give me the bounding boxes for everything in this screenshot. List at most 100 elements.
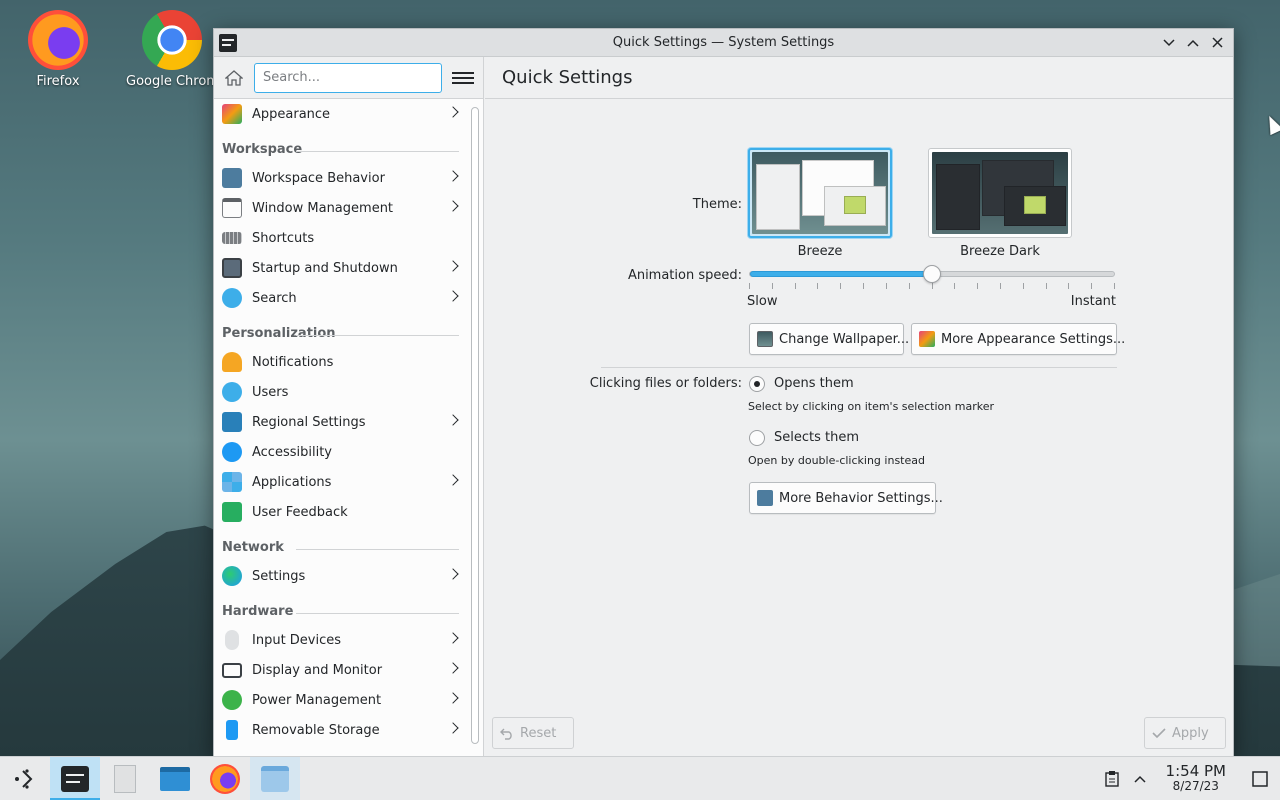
sidebar-item-workspace-behavior[interactable]: Workspace Behavior (214, 163, 467, 193)
hamburger-menu-button[interactable] (452, 67, 474, 89)
theme-label: Theme: (692, 197, 742, 212)
button-label: More Behavior Settings... (779, 490, 943, 506)
desktop-icon-chrome[interactable]: Google Chrom (124, 10, 216, 89)
sidebar-item-removable-storage[interactable]: Removable Storage (214, 715, 467, 745)
main-panel: Quick Settings Theme: Breeze Breeze Dark… (485, 57, 1233, 756)
apply-button[interactable]: Apply (1144, 717, 1226, 749)
opens-them-label[interactable]: Opens them (774, 376, 854, 391)
sidebar-item-notifications[interactable]: Notifications (214, 347, 467, 377)
selects-them-radio[interactable] (749, 430, 765, 446)
wallpaper-icon (757, 331, 773, 347)
home-button[interactable] (222, 66, 246, 90)
slider-tick (749, 283, 750, 289)
change-wallpaper-button[interactable]: Change Wallpaper... (749, 323, 909, 355)
theme-thumbnail (748, 148, 892, 238)
button-label: More Appearance Settings... (941, 331, 1126, 347)
sidebar-scrollbar[interactable] (471, 107, 479, 744)
slider-tick (885, 283, 887, 289)
chevron-right-icon (447, 474, 459, 486)
desktop-icon-firefox[interactable]: Firefox (8, 10, 108, 89)
firefox-icon (210, 763, 240, 794)
store-icon (261, 765, 289, 792)
chevron-up-icon (1187, 39, 1199, 47)
clipboard-tray-button[interactable] (1098, 770, 1126, 787)
slider-tick (1068, 283, 1070, 289)
sidebar-item-regional-settings[interactable]: Regional Settings (214, 407, 467, 437)
task-text-editor[interactable] (100, 757, 150, 800)
sidebar-item-input-devices[interactable]: Input Devices (214, 625, 467, 655)
application-launcher-button[interactable] (0, 757, 50, 800)
sidebar-item-user-feedback[interactable]: User Feedback (214, 497, 467, 527)
sidebar-item-users[interactable]: Users (214, 377, 467, 407)
more-appearance-settings-button[interactable]: More Appearance Settings... (911, 323, 1125, 355)
sidebar-item-label: Accessibility (252, 444, 332, 460)
sidebar-item-label: Search (252, 290, 297, 306)
sidebar-item-display-and-monitor[interactable]: Display and Monitor (214, 655, 467, 685)
task-firefox[interactable] (200, 757, 250, 800)
slider-handle[interactable] (923, 265, 941, 283)
sidebar-item-startup-and-shutdown[interactable]: Startup and Shutdown (214, 253, 467, 283)
appearance-icon (222, 104, 242, 124)
sidebar-item-search[interactable]: Search (214, 283, 467, 313)
checkmark-icon (1152, 728, 1166, 739)
minimize-button[interactable] (1159, 33, 1179, 53)
theme-card-breeze[interactable]: Breeze (748, 148, 892, 259)
sidebar-item-window-management[interactable]: Window Management (214, 193, 467, 223)
slider-tick (840, 283, 842, 289)
sidebar-item-label: Display and Monitor (252, 662, 383, 678)
sidebar-item-label: Applications (252, 474, 332, 490)
chevron-right-icon (447, 290, 459, 302)
close-button[interactable] (1207, 33, 1227, 53)
slider-tick (1091, 283, 1093, 289)
system-tray-expand-button[interactable] (1126, 775, 1154, 783)
applications-icon (222, 472, 242, 492)
regional-icon (222, 412, 242, 432)
sidebar-item-shortcuts[interactable]: Shortcuts (214, 223, 467, 253)
keyboard-icon (222, 232, 242, 244)
show-desktop-icon (1252, 770, 1268, 787)
chevron-right-icon (447, 662, 459, 674)
chevron-up-icon (1134, 775, 1146, 783)
sidebar-toolbar (214, 57, 483, 99)
reset-button[interactable]: Reset (492, 717, 574, 749)
sidebar-item-label: Removable Storage (252, 722, 380, 738)
sidebar-item-label: Shortcuts (252, 230, 315, 246)
sidebar-item-label: Regional Settings (252, 414, 366, 430)
task-system-settings[interactable] (50, 756, 100, 800)
chevron-right-icon (447, 692, 459, 704)
home-icon (225, 69, 243, 86)
undo-icon (500, 728, 512, 740)
chevron-right-icon (447, 106, 459, 118)
slider-tick (794, 283, 796, 289)
chevron-right-icon (447, 260, 459, 272)
more-behavior-settings-button[interactable]: More Behavior Settings... (749, 482, 943, 514)
opens-them-radio[interactable] (749, 376, 765, 392)
globe-icon (222, 566, 242, 586)
button-label: Reset (520, 725, 557, 741)
bell-icon (222, 352, 242, 372)
maximize-button[interactable] (1183, 33, 1203, 53)
selects-them-hint: Open by double-clicking instead (748, 454, 925, 467)
startup-icon (222, 258, 242, 278)
task-discover[interactable] (250, 756, 300, 800)
usb-icon (226, 720, 238, 740)
animation-speed-slider[interactable] (749, 263, 1117, 297)
sidebar-item-power-management[interactable]: Power Management (214, 685, 467, 715)
folder-icon (160, 766, 190, 791)
power-icon (222, 690, 242, 710)
theme-card-breeze-dark[interactable]: Breeze Dark (928, 148, 1072, 259)
title-bar[interactable]: Quick Settings — System Settings (214, 29, 1233, 57)
digital-clock[interactable]: 1:54 PM 8/27/23 (1166, 764, 1226, 793)
close-icon (1211, 37, 1223, 48)
sidebar-item-applications[interactable]: Applications (214, 467, 467, 497)
chevron-right-icon (447, 170, 459, 182)
search-input[interactable] (254, 62, 442, 93)
sidebar-item-accessibility[interactable]: Accessibility (214, 437, 467, 467)
sidebar-item-appearance[interactable]: Appearance (214, 99, 467, 129)
launcher-icon (15, 768, 33, 789)
chevron-down-icon (1163, 38, 1175, 46)
show-desktop-button[interactable] (1240, 770, 1280, 787)
selects-them-label[interactable]: Selects them (774, 430, 859, 445)
sidebar-item-network-settings[interactable]: Settings (214, 561, 467, 591)
task-file-manager[interactable] (150, 757, 200, 800)
